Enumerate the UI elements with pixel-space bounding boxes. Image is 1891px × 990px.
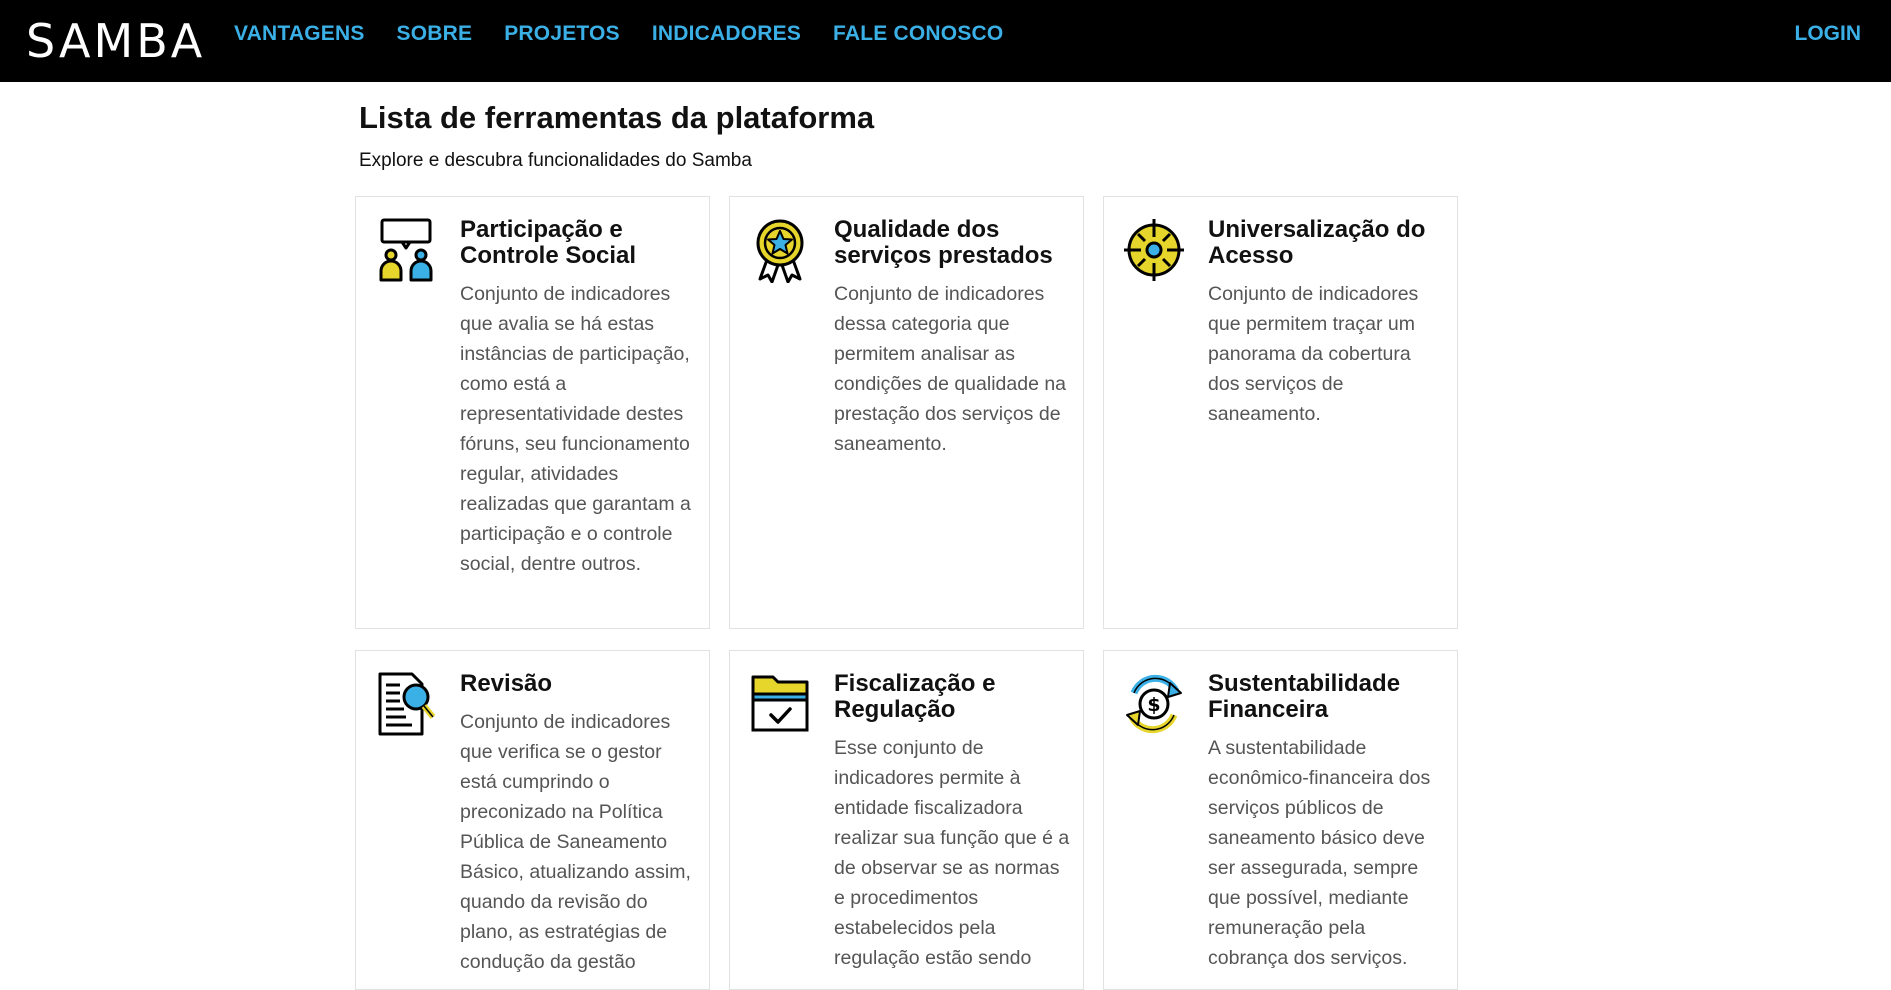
nav-vantagens[interactable]: VANTAGENS (234, 22, 365, 46)
main-nav: VANTAGENS SOBRE PROJETOS INDICADORES FAL… (234, 0, 1035, 68)
card-title: Qualidade dos serviços prestados (834, 216, 1053, 269)
card-description: Conjunto de indicadores que avalia se há… (460, 283, 691, 575)
card-title: Revisão (460, 670, 553, 697)
tool-card-sustentabilidade[interactable]: $ Sustentabilidade Financeira A sustenta… (1103, 650, 1458, 990)
people-chat-icon (376, 217, 436, 283)
target-compass-icon (1124, 217, 1184, 283)
money-cycle-icon: $ (1124, 671, 1184, 737)
card-description: A sustentabilidade econômico-financeira … (1208, 737, 1431, 969)
tool-card-fiscalizacao[interactable]: Fiscalização e Regulação Esse conjunto d… (729, 650, 1084, 990)
svg-text:$: $ (1147, 694, 1160, 716)
card-description: Conjunto de indicadores dessa categoria … (834, 283, 1067, 455)
document-search-icon (376, 671, 436, 737)
card-title: Fiscalização e Regulação (834, 670, 996, 723)
tool-card-revisao[interactable]: Revisão Conjunto de indicadores que veri… (355, 650, 710, 990)
card-description: Conjunto de indicadores que verifica se … (460, 711, 691, 973)
card-title: Sustentabilidade Financeira (1208, 670, 1401, 723)
card-title: Universalização do Acesso (1208, 216, 1426, 269)
folder-check-icon (750, 671, 810, 737)
samba-logo[interactable]: SAMBA (26, 14, 205, 68)
login-link[interactable]: LOGIN (1795, 0, 1862, 68)
page-subtitle: Explore e descubra funcionalidades do Sa… (359, 150, 752, 171)
tool-card-qualidade[interactable]: Qualidade dos serviços prestados Conjunt… (729, 196, 1084, 629)
tool-card-universalizacao[interactable]: Universalização do Acesso Conjunto de in… (1103, 196, 1458, 629)
nav-indicadores[interactable]: INDICADORES (652, 22, 801, 46)
nav-fale-conosco[interactable]: FALE CONOSCO (833, 22, 1003, 46)
card-title: Participação e Controle Social (460, 216, 637, 269)
nav-projetos[interactable]: PROJETOS (504, 22, 620, 46)
tool-card-participacao[interactable]: Participação e Controle Social Conjunto … (355, 196, 710, 629)
page-title: Lista de ferramentas da plataforma (359, 100, 875, 135)
card-description: Conjunto de indicadores que permitem tra… (1208, 283, 1419, 425)
nav-sobre[interactable]: SOBRE (397, 22, 473, 46)
card-description: Esse conjunto de indicadores permite à e… (834, 737, 1070, 969)
top-navbar: SAMBA VANTAGENS SOBRE PROJETOS INDICADOR… (0, 0, 1891, 82)
award-medal-icon (750, 217, 810, 284)
